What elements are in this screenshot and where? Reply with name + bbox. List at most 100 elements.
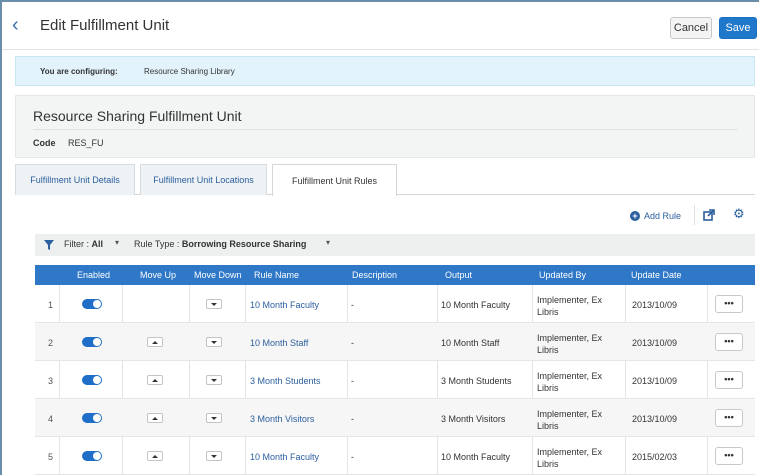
rule-description: - [351, 414, 354, 424]
arrow-down-icon [211, 417, 217, 420]
arrow-down-icon [211, 341, 217, 344]
row-actions-button[interactable]: ••• [715, 371, 743, 389]
table-header: Enabled Move Up Move Down Rule Name Desc… [35, 265, 755, 285]
column-header-move-up[interactable]: Move Up [140, 270, 176, 280]
configuring-label: You are configuring: [40, 67, 118, 76]
rule-type-label: Rule Type : [134, 239, 180, 249]
update-date: 2013/10/09 [632, 414, 678, 424]
rule-name-link[interactable]: 3 Month Students [250, 376, 321, 386]
table-row: 4 3 Month Visitors - 3 Month Visitors Im… [35, 399, 755, 437]
enabled-toggle[interactable] [82, 299, 102, 309]
filter-value: All [91, 239, 104, 249]
tab-fulfillment-unit-details[interactable]: Fulfillment Unit Details [15, 164, 135, 195]
unit-name: Resource Sharing Fulfillment Unit [33, 108, 242, 124]
move-up-button[interactable] [147, 337, 163, 347]
tab-bar: Fulfillment Unit Details Fulfillment Uni… [15, 164, 755, 196]
update-date: 2013/10/09 [632, 338, 678, 348]
rule-description: - [351, 452, 354, 462]
add-rule-button[interactable]: + Add Rule [630, 211, 681, 221]
tab-fulfillment-unit-rules[interactable]: Fulfillment Unit Rules [272, 164, 397, 196]
arrow-down-icon [211, 303, 217, 306]
update-date: 2013/10/09 [632, 300, 678, 310]
rule-description: - [351, 338, 354, 348]
chevron-down-icon[interactable]: ▾ [115, 238, 119, 247]
move-up-button[interactable] [147, 413, 163, 423]
row-actions-button[interactable]: ••• [715, 409, 743, 427]
row-number: 3 [48, 376, 54, 386]
rule-description: - [351, 300, 354, 310]
tab-fulfillment-unit-locations[interactable]: Fulfillment Unit Locations [140, 164, 267, 195]
move-up-button[interactable] [147, 375, 163, 385]
column-header-rule-name[interactable]: Rule Name [254, 270, 299, 280]
updated-by: Implementer, Ex Libris [537, 371, 603, 393]
arrow-down-icon [211, 379, 217, 382]
rule-type-value: Borrowing Resource Sharing [181, 239, 307, 249]
rule-type-dropdown[interactable]: Rule Type : Borrowing Resource Sharing [134, 239, 306, 249]
rule-name-link[interactable]: 3 Month Visitors [250, 414, 314, 424]
column-header-description[interactable]: Description [352, 270, 397, 280]
gear-icon[interactable]: ⚙ [733, 207, 745, 220]
row-actions-button[interactable]: ••• [715, 447, 743, 465]
cancel-button[interactable]: Cancel [670, 17, 712, 39]
filter-bar: Filter : All ▾ Rule Type : Borrowing Res… [35, 234, 755, 256]
add-rule-label: Add Rule [644, 211, 682, 221]
updated-by: Implementer, Ex Libris [537, 333, 603, 355]
rule-name-link[interactable]: 10 Month Faculty [250, 300, 319, 310]
rule-output: 10 Month Faculty [441, 300, 511, 310]
rule-output: 3 Month Students [441, 376, 512, 386]
move-down-button[interactable] [206, 299, 222, 309]
update-date: 2013/10/09 [632, 376, 678, 386]
table-row: 5 10 Month Faculty - 10 Month Faculty Im… [35, 437, 755, 475]
column-header-output[interactable]: Output [445, 270, 472, 280]
code-value: RES_FU [68, 138, 104, 148]
updated-by: Implementer, Ex Libris [537, 447, 603, 469]
row-actions-button[interactable]: ••• [715, 333, 743, 351]
plus-circle-icon: + [630, 211, 640, 221]
column-header-updated-by[interactable]: Updated By [539, 270, 586, 280]
rule-name-link[interactable]: 10 Month Faculty [250, 452, 319, 462]
arrow-up-icon [152, 455, 158, 458]
code-label: Code [33, 138, 56, 148]
table-row: 2 10 Month Staff - 10 Month Staff Implem… [35, 323, 755, 361]
row-number: 4 [48, 414, 54, 424]
enabled-toggle[interactable] [82, 413, 102, 423]
filter-funnel-icon [44, 240, 54, 250]
arrow-up-icon [152, 379, 158, 382]
move-down-button[interactable] [206, 375, 222, 385]
page-header: ‹ Edit Fulfillment Unit Cancel Save [2, 2, 759, 50]
back-arrow-icon[interactable]: ‹ [12, 15, 28, 35]
arrow-down-icon [211, 455, 217, 458]
filter-dropdown[interactable]: Filter : All [64, 239, 103, 249]
row-number: 5 [48, 452, 54, 462]
rule-description: - [351, 376, 354, 386]
row-number: 2 [48, 338, 54, 348]
table-row: 3 3 Month Students - 3 Month Students Im… [35, 361, 755, 399]
move-up-button[interactable] [147, 451, 163, 461]
enabled-toggle[interactable] [82, 451, 102, 461]
toolbar-divider [694, 205, 695, 225]
rule-output: 10 Month Staff [441, 338, 500, 348]
update-date: 2015/02/03 [632, 452, 678, 462]
unit-panel: Resource Sharing Fulfillment Unit Code R… [15, 95, 755, 158]
export-icon[interactable] [703, 209, 715, 221]
enabled-toggle[interactable] [82, 375, 102, 385]
filter-label: Filter : [64, 239, 90, 249]
column-header-enabled[interactable]: Enabled [77, 270, 110, 280]
column-header-update-date[interactable]: Update Date [631, 270, 682, 280]
arrow-up-icon [152, 341, 158, 344]
updated-by: Implementer, Ex Libris [537, 409, 603, 431]
chevron-down-icon[interactable]: ▾ [326, 238, 330, 247]
rule-name-link[interactable]: 10 Month Staff [250, 338, 308, 348]
move-down-button[interactable] [206, 451, 222, 461]
column-header-move-down[interactable]: Move Down [194, 270, 242, 280]
move-down-button[interactable] [206, 337, 222, 347]
row-actions-button[interactable]: ••• [715, 295, 743, 313]
save-button[interactable]: Save [719, 17, 757, 39]
move-down-button[interactable] [206, 413, 222, 423]
rule-output: 3 Month Visitors [441, 414, 506, 424]
table-row: 1 10 Month Faculty - 10 Month Faculty Im… [35, 285, 755, 323]
page-title: Edit Fulfillment Unit [40, 17, 170, 34]
divider [33, 129, 738, 130]
configuring-banner: You are configuring: Resource Sharing Li… [15, 56, 755, 86]
enabled-toggle[interactable] [82, 337, 102, 347]
